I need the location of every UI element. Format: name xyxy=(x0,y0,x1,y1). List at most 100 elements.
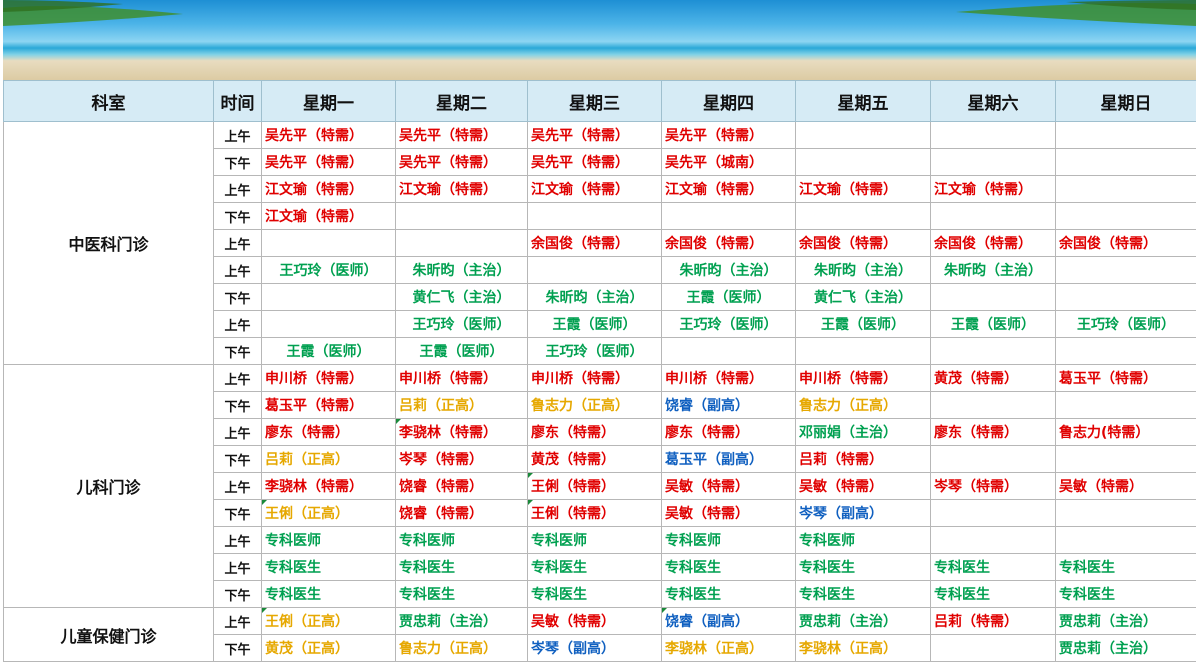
schedule-cell[interactable]: 贾忠莉（主治） xyxy=(1055,634,1196,662)
schedule-cell[interactable] xyxy=(1055,148,1196,176)
schedule-cell[interactable]: 鲁志力(特需） xyxy=(1055,418,1196,446)
schedule-cell[interactable]: 专科医生 xyxy=(795,580,931,608)
schedule-cell[interactable]: 余国俊（特需） xyxy=(1055,229,1196,257)
schedule-cell[interactable]: 专科医生 xyxy=(395,580,528,608)
schedule-cell[interactable]: 吴先平（特需） xyxy=(527,148,662,176)
schedule-cell[interactable]: 吴敏（特需） xyxy=(661,499,796,527)
schedule-cell[interactable]: 江文瑜（特需） xyxy=(395,175,528,203)
schedule-cell[interactable]: 专科医生 xyxy=(1055,580,1196,608)
schedule-cell[interactable]: 朱昕昀（主治） xyxy=(930,256,1056,284)
schedule-cell[interactable]: 王巧玲（医师） xyxy=(395,310,528,338)
time-slot[interactable]: 上午 xyxy=(213,229,262,257)
schedule-cell[interactable] xyxy=(930,499,1056,527)
schedule-cell[interactable]: 黄茂（正高） xyxy=(261,634,396,662)
schedule-cell[interactable] xyxy=(261,229,396,257)
schedule-cell[interactable]: 余国俊（特需） xyxy=(527,229,662,257)
department-name[interactable]: 中医科门诊 xyxy=(3,121,214,365)
time-slot[interactable]: 上午 xyxy=(213,607,262,635)
schedule-cell[interactable]: 饶睿（特需） xyxy=(395,499,528,527)
schedule-cell[interactable]: 余国俊（特需） xyxy=(661,229,796,257)
schedule-cell[interactable]: 朱昕昀（主治） xyxy=(527,283,662,311)
schedule-cell[interactable]: 专科医生 xyxy=(527,580,662,608)
schedule-cell[interactable] xyxy=(930,148,1056,176)
schedule-cell[interactable] xyxy=(930,445,1056,473)
schedule-cell[interactable] xyxy=(1055,526,1196,554)
time-slot[interactable]: 上午 xyxy=(213,256,262,284)
schedule-cell[interactable]: 朱昕昀（主治） xyxy=(661,256,796,284)
schedule-cell[interactable]: 吴先平（特需） xyxy=(261,121,396,149)
schedule-cell[interactable]: 黄茂（特需） xyxy=(527,445,662,473)
schedule-cell[interactable]: 葛玉平（副高） xyxy=(661,445,796,473)
schedule-cell[interactable]: 吕莉（特需） xyxy=(795,445,931,473)
schedule-cell[interactable] xyxy=(795,121,931,149)
schedule-cell[interactable]: 李骁林（特需） xyxy=(261,472,396,500)
schedule-cell[interactable]: 王俐（正高） xyxy=(261,607,396,635)
time-slot[interactable]: 上午 xyxy=(213,553,262,581)
time-slot[interactable]: 下午 xyxy=(213,580,262,608)
schedule-cell[interactable]: 专科医师 xyxy=(261,526,396,554)
schedule-cell[interactable]: 李骁林（正高） xyxy=(795,634,931,662)
schedule-cell[interactable] xyxy=(1055,391,1196,419)
time-slot[interactable]: 上午 xyxy=(213,472,262,500)
schedule-cell[interactable]: 王俐（正高） xyxy=(261,499,396,527)
schedule-cell[interactable]: 王巧玲（医师） xyxy=(261,256,396,284)
schedule-cell[interactable] xyxy=(1055,283,1196,311)
schedule-cell[interactable] xyxy=(930,337,1056,365)
schedule-cell[interactable]: 贾忠莉（主治） xyxy=(395,607,528,635)
schedule-cell[interactable] xyxy=(930,121,1056,149)
schedule-cell[interactable] xyxy=(527,256,662,284)
schedule-cell[interactable]: 专科医生 xyxy=(527,553,662,581)
schedule-cell[interactable] xyxy=(795,202,931,230)
schedule-cell[interactable]: 饶睿（特需） xyxy=(395,472,528,500)
schedule-cell[interactable] xyxy=(1055,121,1196,149)
schedule-cell[interactable]: 吴先平（特需） xyxy=(527,121,662,149)
schedule-cell[interactable]: 王巧玲（医师） xyxy=(661,310,796,338)
department-name[interactable]: 儿童保健门诊 xyxy=(3,607,214,662)
schedule-cell[interactable]: 专科医生 xyxy=(930,580,1056,608)
schedule-cell[interactable]: 朱昕昀（主治） xyxy=(395,256,528,284)
schedule-cell[interactable] xyxy=(930,283,1056,311)
schedule-cell[interactable] xyxy=(261,310,396,338)
schedule-cell[interactable]: 鲁志力（正高） xyxy=(527,391,662,419)
schedule-cell[interactable]: 王霞（医师） xyxy=(527,310,662,338)
schedule-cell[interactable]: 吴敏（特需） xyxy=(795,472,931,500)
schedule-cell[interactable]: 廖东（特需） xyxy=(930,418,1056,446)
schedule-cell[interactable]: 江文瑜（特需） xyxy=(795,175,931,203)
time-slot[interactable]: 下午 xyxy=(213,499,262,527)
time-slot[interactable]: 下午 xyxy=(213,283,262,311)
schedule-cell[interactable]: 王巧玲（医师） xyxy=(527,337,662,365)
schedule-cell[interactable]: 吴先平（特需） xyxy=(261,148,396,176)
schedule-cell[interactable] xyxy=(1055,337,1196,365)
schedule-cell[interactable] xyxy=(930,391,1056,419)
schedule-cell[interactable]: 鲁志力（正高） xyxy=(395,634,528,662)
schedule-cell[interactable]: 王霞（医师） xyxy=(261,337,396,365)
schedule-cell[interactable]: 饶睿（副高） xyxy=(661,607,796,635)
schedule-cell[interactable]: 吕莉（正高） xyxy=(395,391,528,419)
schedule-cell[interactable]: 王霞（医师） xyxy=(795,310,931,338)
schedule-cell[interactable] xyxy=(661,337,796,365)
schedule-cell[interactable]: 专科医生 xyxy=(261,580,396,608)
schedule-cell[interactable]: 葛玉平（特需） xyxy=(1055,364,1196,392)
time-slot[interactable]: 上午 xyxy=(213,364,262,392)
schedule-cell[interactable]: 专科医生 xyxy=(661,553,796,581)
schedule-cell[interactable]: 申川桥（特需） xyxy=(661,364,796,392)
schedule-cell[interactable]: 朱昕昀（主治） xyxy=(795,256,931,284)
schedule-cell[interactable]: 王霞（医师） xyxy=(661,283,796,311)
schedule-cell[interactable]: 申川桥（特需） xyxy=(261,364,396,392)
schedule-cell[interactable] xyxy=(261,283,396,311)
schedule-cell[interactable] xyxy=(795,337,931,365)
schedule-cell[interactable]: 岑琴（特需） xyxy=(930,472,1056,500)
schedule-cell[interactable]: 申川桥（特需） xyxy=(395,364,528,392)
schedule-cell[interactable]: 邓丽娟（主治） xyxy=(795,418,931,446)
schedule-cell[interactable]: 王霞（医师） xyxy=(395,337,528,365)
time-slot[interactable]: 上午 xyxy=(213,418,262,446)
schedule-cell[interactable]: 廖东（特需） xyxy=(661,418,796,446)
schedule-cell[interactable]: 申川桥（特需） xyxy=(795,364,931,392)
time-slot[interactable]: 上午 xyxy=(213,121,262,149)
schedule-cell[interactable]: 岑琴（副高） xyxy=(795,499,931,527)
schedule-cell[interactable]: 黄仁飞（主治） xyxy=(795,283,931,311)
schedule-cell[interactable] xyxy=(795,148,931,176)
schedule-cell[interactable]: 专科医生 xyxy=(795,553,931,581)
time-slot[interactable]: 上午 xyxy=(213,526,262,554)
schedule-cell[interactable] xyxy=(1055,256,1196,284)
